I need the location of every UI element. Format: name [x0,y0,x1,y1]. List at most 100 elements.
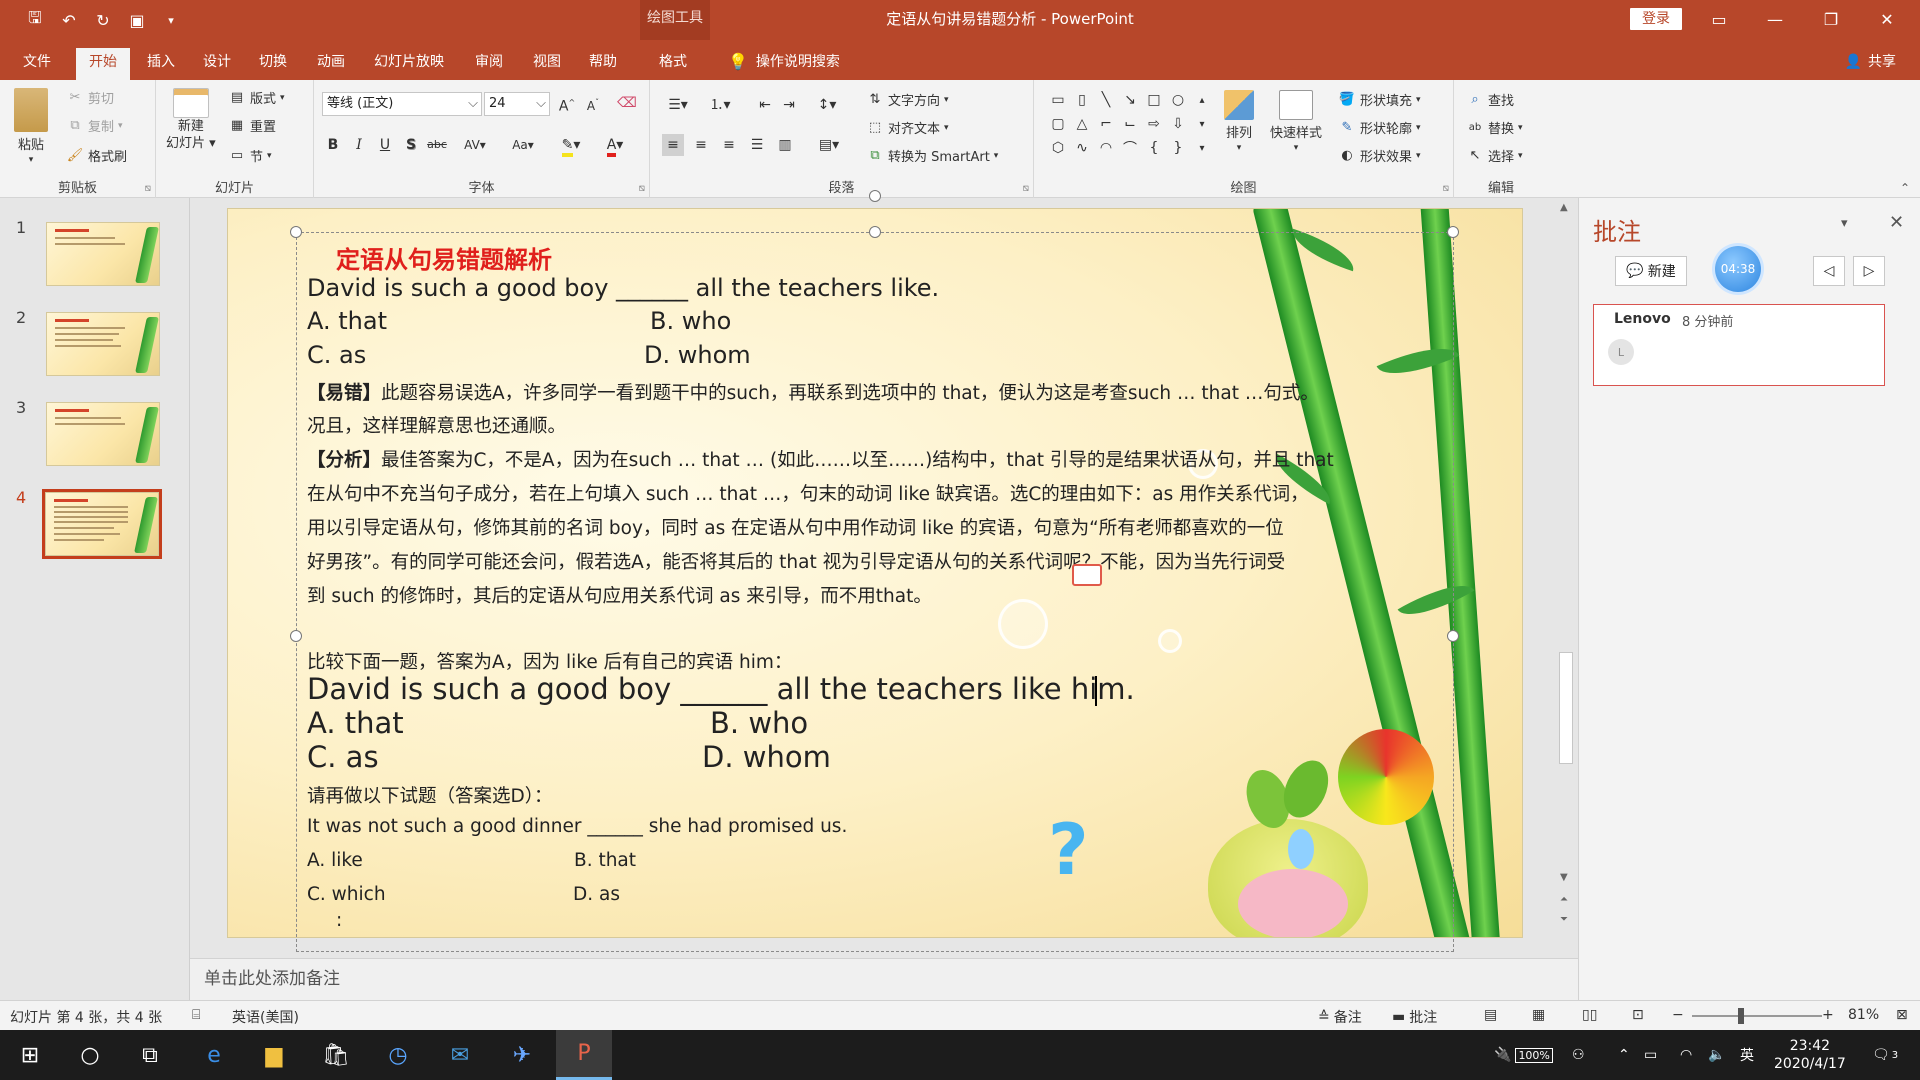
paste-button[interactable]: 粘贴 ▾ [14,88,48,165]
save-icon[interactable]: 🖫 [18,8,52,32]
tab-insert[interactable]: 插入 [138,48,184,80]
distributed-icon[interactable]: ▥ [774,134,796,156]
question-1[interactable]: David is such a good boy ______ all the … [307,274,939,302]
line-spacing-icon[interactable]: ↕▾ [810,94,844,116]
align-text-button[interactable]: ⬚ 对齐文本 ▾ [866,118,949,137]
increase-indent-icon[interactable]: ⇥ [778,94,800,116]
clock[interactable]: 23:42 2020/4/17 [1774,1030,1846,1080]
zoom-slider[interactable] [1692,1008,1822,1024]
redo-icon[interactable]: ↻ [86,8,120,32]
start-slideshow-icon[interactable]: ▣ [120,8,154,32]
tab-format[interactable]: 格式 [648,48,698,80]
new-slide-button[interactable]: 新建 幻灯片 ▾ [166,88,216,152]
previous-slide-icon[interactable]: ⏶ [1560,894,1568,905]
highlight-icon[interactable]: ✎▾ [552,134,590,157]
increase-font-size-icon[interactable]: A^ [556,92,578,115]
shape-effects-button[interactable]: ◐ 形状效果 ▾ [1338,146,1420,165]
rounded-rect-shape-icon[interactable]: ▢ [1046,112,1070,136]
slide-thumbnail-1[interactable] [46,222,160,286]
text-shadow-icon[interactable]: S [400,134,422,156]
q2-option-a[interactable]: A. that [307,706,404,740]
powerpoint-taskbar-icon[interactable]: P [556,1030,612,1080]
slide-thumbnail-2[interactable] [46,312,160,376]
tab-transitions[interactable]: 切换 [250,48,296,80]
comment-card[interactable]: Lenovo 8 分钟前 L [1593,304,1885,386]
copy-button[interactable]: ⧉ 复制 ▾ [66,116,122,135]
strikethrough-icon[interactable]: abc [426,134,448,156]
slide-scrollbar[interactable]: ▲ ▼ ⏶ ⏷ [1556,200,1576,956]
mail-icon[interactable]: ✉ [432,1030,488,1080]
collapse-ribbon-icon[interactable]: ⌃ [1900,181,1910,195]
analysis-line-5[interactable]: 到 such 的修饰时，其后的定语从句应用关系代词 as 来引导，而不用that… [307,582,932,608]
change-case-icon[interactable]: Aa▾ [504,134,542,156]
section-button[interactable]: ▭ 节 ▾ [228,146,272,165]
tell-me-search[interactable]: 💡 操作说明搜索 [728,48,840,76]
new-comment-button[interactable]: 💬 新建 [1615,256,1687,286]
align-right-icon[interactable]: ≡ [718,134,740,156]
show-hidden-icons-icon[interactable]: ⌃ [1618,1030,1630,1080]
resize-handle[interactable] [1447,226,1459,238]
q3-option-a[interactable]: A. like [307,850,363,871]
q1-option-c[interactable]: C. as [307,341,366,369]
try-line[interactable]: 请再做以下试题（答案选D）： [307,782,553,808]
q3-option-b[interactable]: B. that [574,850,636,871]
tab-review[interactable]: 审阅 [466,48,512,80]
left-brace-shape-icon[interactable]: { [1142,136,1166,160]
search-icon[interactable]: ○ [62,1030,118,1080]
zoom-in-icon[interactable]: + [1822,1007,1834,1023]
arrow-line-shape-icon[interactable]: ↘ [1118,88,1142,112]
close-icon[interactable]: ✕ [1864,0,1910,38]
tab-design[interactable]: 设计 [194,48,240,80]
login-button[interactable]: 登录 [1630,8,1682,30]
paragraph-launcher-icon[interactable]: ⧅ [1023,183,1029,194]
zoom-out-icon[interactable]: − [1672,1007,1684,1023]
share-button[interactable]: 👤 共享 [1845,48,1896,76]
comment-marker-icon[interactable] [1072,564,1102,586]
decrease-font-size-icon[interactable]: Aˇ [582,92,604,114]
replace-button[interactable]: ab 替换 ▾ [1466,118,1523,137]
numbering-icon[interactable]: ⒈▾ [702,94,738,116]
q1-option-a[interactable]: A. that [307,307,387,335]
connector-shape-icon[interactable]: ⌙ [1118,112,1142,136]
vertical-textbox-shape-icon[interactable]: ▯ [1070,88,1094,112]
scrollbar-thumb[interactable] [1559,652,1573,764]
right-arrow-shape-icon[interactable]: ⇨ [1142,112,1166,136]
tab-slideshow[interactable]: 幻灯片放映 [366,48,452,80]
slide-thumbnail-3[interactable] [46,402,160,466]
q3-option-d[interactable]: D. as [573,884,620,905]
freeform-shape-icon[interactable]: ∿ [1070,136,1094,160]
zoom-level[interactable]: 81% [1848,1007,1879,1023]
rectangle-shape-icon[interactable]: □ [1142,88,1166,112]
elbow-connector-shape-icon[interactable]: ⌐ [1094,112,1118,136]
comments-toggle[interactable]: ▬ 批注 [1392,1007,1437,1027]
minimize-icon[interactable]: — [1752,0,1798,38]
right-brace-shape-icon[interactable]: } [1166,136,1190,160]
q2-option-b[interactable]: B. who [710,706,808,740]
people-icon[interactable]: ⚇ [1572,1030,1585,1080]
volume-icon[interactable]: 🔈 [1708,1030,1725,1080]
tab-home[interactable]: 开始 [76,48,130,80]
tab-view[interactable]: 视图 [524,48,570,80]
italic-icon[interactable]: I [348,134,370,156]
close-pane-icon[interactable]: ✕ [1889,212,1904,233]
tab-help[interactable]: 帮助 [580,48,626,80]
notes-toggle[interactable]: ≙ 备注 [1318,1007,1362,1027]
flowchart-shape-icon[interactable]: ⬡ [1046,136,1070,160]
analysis-line-1[interactable]: 【分析】最佳答案为C，不是A，因为在such … that … (如此……以至…… [307,446,1334,472]
normal-view-icon[interactable]: ▤ [1484,1007,1497,1023]
easy-wrong-line-2[interactable]: 况且，这样理解意思也还通顺。 [307,412,566,438]
justify-icon[interactable]: ☰ [746,134,768,156]
line-shape-icon[interactable]: ╲ [1094,88,1118,112]
resize-handle[interactable] [1447,630,1459,642]
slide-thumbnail-4[interactable] [42,489,162,559]
analysis-line-2[interactable]: 在从句中不充当句子成分，若在上句填入 such … that …，句末的动词 l… [307,480,1309,506]
trailing-colon[interactable]: : [336,910,342,931]
notes-pane[interactable]: 单击此处添加备注 [190,958,1578,1000]
slide-sorter-icon[interactable]: ▦ [1532,1007,1545,1023]
analysis-line-4[interactable]: 好男孩”。有的同学可能还会问，假若选A，能否将其后的 that 视为引导定语从句… [307,548,1285,574]
layout-button[interactable]: ▤ 版式 ▾ [228,88,285,107]
pane-options-icon[interactable]: ▾ [1841,216,1848,231]
undo-icon[interactable]: ↶ [52,8,86,32]
language-indicator[interactable]: 英语(美国) [232,1007,299,1027]
question-3[interactable]: It was not such a good dinner ______ she… [307,816,847,837]
